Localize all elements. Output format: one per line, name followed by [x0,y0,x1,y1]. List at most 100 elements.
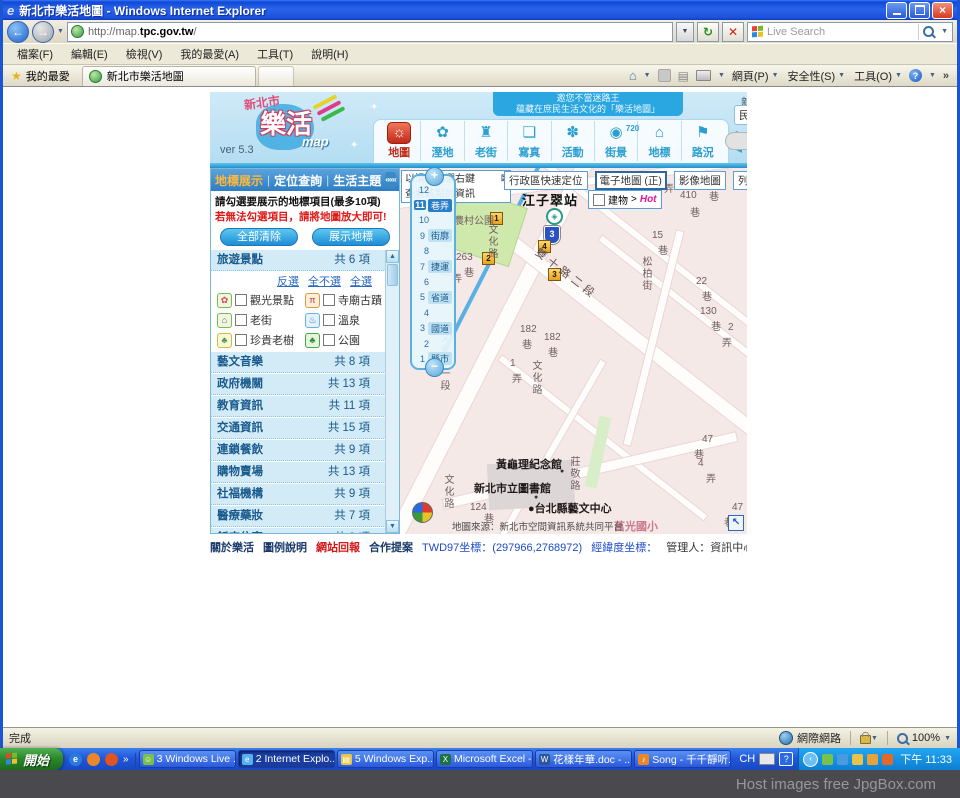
nav-tab-map[interactable]: ☼地圖 [378,121,420,161]
close-button[interactable]: × [932,2,953,19]
poi-option-hot-spring[interactable]: ♨溫泉 [305,312,384,328]
zoom-level-number[interactable]: 9 [414,231,426,241]
checkbox[interactable] [235,294,247,306]
zoom-level-number[interactable]: 10 [414,215,430,225]
footer-link[interactable]: 圖例說明 [263,539,307,555]
zoom-dropdown-icon[interactable]: ▼ [944,735,951,742]
poi-option-tourist-spot[interactable]: ✿觀光景點 [217,292,305,308]
nav-tab-photos[interactable]: ❏寫真 [507,121,550,161]
zoom-level-number[interactable]: 4 [414,308,430,318]
display-icon[interactable] [837,754,848,765]
command-overflow-chevron[interactable]: » [943,70,949,82]
zoom-level-number[interactable]: 2 [414,339,430,349]
category-row[interactable]: 購物賣場共 13 項 [211,462,386,483]
minimize-button[interactable] [886,2,907,19]
search-options-dropdown-icon[interactable]: ▼ [941,28,948,35]
new-tab-button[interactable] [258,66,294,86]
zoom-level-number[interactable]: 7 [414,262,426,272]
zoom-level[interactable]: 9街廓 [414,228,452,243]
stop-button[interactable]: ✕ [722,22,744,42]
zoom-level[interactable]: 4 [414,305,452,320]
ie-icon[interactable]: e [69,753,82,766]
category-row[interactable]: 藝文音樂共 8 項 [211,352,386,373]
zoom-level-number[interactable]: 8 [414,246,430,256]
nav-tab-old-street[interactable]: ♜老街 [464,121,507,161]
maximize-button[interactable] [909,2,930,19]
category-row[interactable]: 社福機構共 9 項 [211,484,386,505]
scroll-up-icon[interactable]: ▲ [386,250,399,263]
sidebar-scrollbar[interactable]: ▲ ▼ [385,250,399,533]
zoom-control[interactable]: 100% ▼ [897,732,951,744]
address-bar[interactable]: http://map.tpc.gov.tw/ [67,22,673,42]
home-dropdown-icon[interactable]: ▼ [644,72,651,79]
zoom-level-number[interactable]: 3 [414,323,426,333]
menu-item[interactable]: 檢視(V) [118,44,171,64]
command-button[interactable]: 工具(O)▼ [854,68,902,84]
nav-tab-landmarks[interactable]: ⌂地標 [637,121,680,161]
language-help-icon[interactable]: ? [779,752,793,766]
taskbar-button[interactable]: ☺3 Windows Live ...▼ [139,750,236,768]
browser-tab[interactable]: 新北市樂活地圖 [82,66,256,86]
firefox-icon[interactable] [882,754,893,765]
home-icon[interactable]: ⌂ [629,68,637,83]
command-button[interactable]: 網頁(P)▼ [732,68,779,84]
footer-link[interactable]: 關於樂活 [210,539,254,555]
sidebar-tab[interactable]: 生活主題 [333,172,381,189]
keyboard-icon[interactable] [759,753,775,765]
category-row[interactable]: 政府機關共 13 項 [211,374,386,395]
zoom-level-number[interactable]: 5 [414,292,426,302]
compass-icon[interactable] [412,502,433,523]
protected-dropdown-icon[interactable]: ▼ [871,735,878,742]
footer-link[interactable]: 網站回報 [316,539,360,555]
map-toolbar-button[interactable]: 影像地圖 [674,171,726,190]
scrollbar-thumb[interactable] [387,264,398,286]
nav-tab-traffic[interactable]: ⚑路況 [681,121,724,161]
quick-launch-overflow-chevron[interactable]: » [123,754,129,765]
zoom-level[interactable]: 5省道 [414,290,452,305]
launcher-icon[interactable] [87,753,100,766]
zoom-out-button[interactable]: − [425,358,444,377]
checkbox[interactable] [235,334,247,346]
map-toolbar-button[interactable]: 列印 [733,171,747,190]
nav-tab-streetview[interactable]: ◉720街景 [594,121,637,161]
language-bar[interactable]: CH ? [734,752,798,766]
protected-mode-icon[interactable] [860,735,871,744]
sidebar-collapse-button[interactable]: ««« [385,172,395,188]
printer-icon[interactable] [696,70,711,81]
tray-collapse-icon[interactable]: ‹ [803,752,818,767]
back-button[interactable]: ← [7,21,29,43]
search-go-button[interactable] [918,24,937,40]
favorites-star-icon[interactable]: ★ [11,69,22,83]
footer-link[interactable]: 合作提案 [369,539,413,555]
zoom-level[interactable]: 8 [414,244,452,259]
zoom-level[interactable]: 3國道 [414,321,452,336]
taskbar-button[interactable]: W花樣年華.doc - ... [535,750,632,768]
favorites-label[interactable]: 我的最愛 [26,68,70,84]
nav-tab-events[interactable]: ✽活動 [551,121,594,161]
poi-option-old-street[interactable]: ⌂老街 [217,312,305,328]
title-bar[interactable]: e 新北市樂活地圖 - Windows Internet Explorer × [3,0,957,20]
checkbox[interactable] [235,314,247,326]
help-icon[interactable]: ? [909,69,922,82]
taskbar-button[interactable]: e2 Internet Explo...▼ [238,750,335,768]
poi-option-old-tree[interactable]: ♣珍貴老樹 [217,332,305,348]
taskbar-button[interactable]: ▤5 Windows Exp...▼ [337,750,434,768]
firefox-icon[interactable] [105,753,118,766]
sidebar-tab[interactable]: 地標展示 [215,172,263,189]
print-dropdown-icon[interactable]: ▼ [718,72,725,79]
poi-option-temple[interactable]: π寺廟古蹟 [305,292,384,308]
menu-item[interactable]: 檔案(F) [9,44,61,64]
select-link[interactable]: 全不選 [308,273,341,289]
search-box[interactable]: Live Search ▼ [747,22,953,42]
sidebar-tab[interactable]: 定位查詢 [274,172,322,189]
menu-item[interactable]: 工具(T) [249,44,301,64]
forward-button[interactable]: → [32,21,54,43]
messenger-icon[interactable] [822,754,833,765]
map-toolbar-button[interactable]: 電子地圖 (正) [595,171,667,190]
checkbox[interactable] [323,294,335,306]
poi-option-park[interactable]: ♣公園 [305,332,384,348]
security-icon[interactable] [867,754,878,765]
zoom-level-number[interactable]: 1 [414,354,426,364]
nav-tab-wetland[interactable]: ✿溼地 [420,121,463,161]
address-dropdown-button[interactable]: ▼ [676,22,694,42]
